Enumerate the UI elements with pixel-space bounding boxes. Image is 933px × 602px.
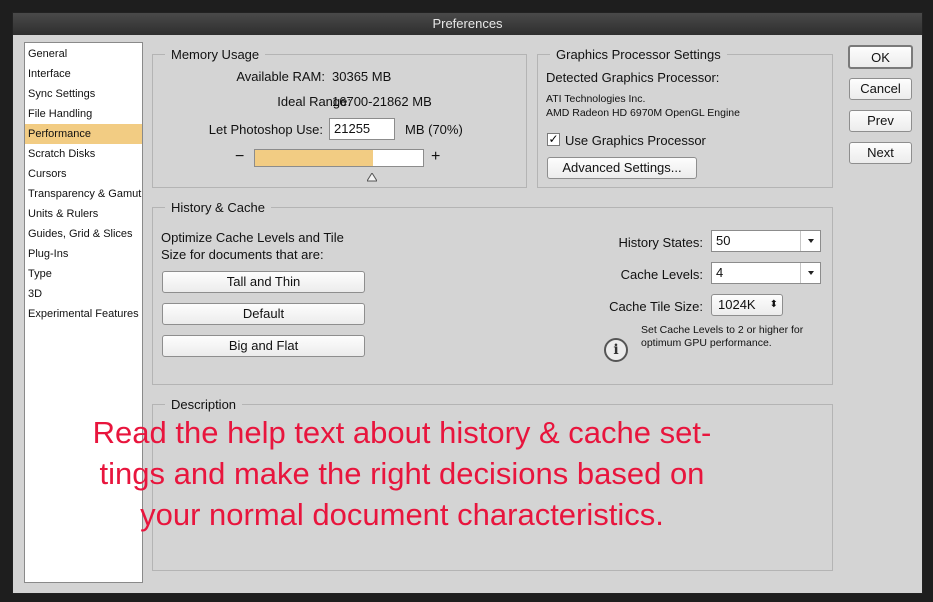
prev-button[interactable]: Prev <box>849 110 912 132</box>
sidebar-item-type[interactable]: Type <box>25 264 142 284</box>
memory-usage-title: Memory Usage <box>165 47 266 62</box>
optimize-text-line1: Optimize Cache Levels and Tile <box>161 230 344 245</box>
use-gpu-label[interactable]: Use Graphics Processor <box>565 133 706 148</box>
gpu-model: AMD Radeon HD 6970M OpenGL Engine <box>546 107 740 119</box>
photoshop-use-label: Let Photoshop Use: <box>208 122 323 137</box>
sidebar-item-units-rulers[interactable]: Units & Rulers <box>25 204 142 224</box>
stepper-arrows-icon: ⬍ <box>769 299 778 310</box>
annotation-line1: Read the help text about history & cache… <box>92 415 712 450</box>
info-icon: i <box>604 338 628 362</box>
memory-usage-group: Memory Usage Available RAM: 30365 MB Ide… <box>152 47 527 188</box>
big-and-flat-button[interactable]: Big and Flat <box>162 335 365 357</box>
cache-hint-line1: Set Cache Levels to 2 or higher for <box>641 324 804 336</box>
sidebar-item-experimental-features[interactable]: Experimental Features <box>25 304 142 324</box>
chevron-down-icon <box>800 231 820 251</box>
history-cache-title: History & Cache <box>165 200 271 215</box>
sidebar-item-guides-grid-slices[interactable]: Guides, Grid & Slices <box>25 224 142 244</box>
ok-button[interactable]: OK <box>848 45 913 69</box>
optimize-text-line2: Size for documents that are: <box>161 247 324 262</box>
cache-hint-line2: optimum GPU performance. <box>641 337 772 349</box>
history-states-dropdown[interactable]: 50 <box>711 230 821 252</box>
tall-and-thin-button[interactable]: Tall and Thin <box>162 271 365 293</box>
chevron-down-icon <box>800 263 820 283</box>
memory-slider-fill <box>255 150 373 166</box>
title-bar[interactable]: Preferences <box>13 13 922 35</box>
sidebar-item-general[interactable]: General <box>25 44 142 64</box>
description-title: Description <box>165 397 243 412</box>
sidebar-item-transparency-gamut[interactable]: Transparency & Gamut <box>25 184 142 204</box>
sidebar-item-plug-ins[interactable]: Plug-Ins <box>25 244 142 264</box>
sidebar-item-interface[interactable]: Interface <box>25 64 142 84</box>
sidebar-item-scratch-disks[interactable]: Scratch Disks <box>25 144 142 164</box>
ideal-range-label: Ideal Range: <box>277 94 351 109</box>
gpu-settings-group: Graphics Processor Settings Detected Gra… <box>537 47 833 188</box>
memory-slider-thumb[interactable] <box>366 169 378 182</box>
sidebar-item-file-handling[interactable]: File Handling <box>25 104 142 124</box>
sidebar-item-performance[interactable]: Performance <box>25 124 142 144</box>
available-ram-value: 30365 MB <box>332 69 392 84</box>
annotation-line2: tings and make the right decisions based… <box>99 456 705 491</box>
decrease-memory-button[interactable]: − <box>235 148 244 166</box>
cache-levels-label: Cache Levels: <box>620 267 703 282</box>
cache-tile-size-value: 1024K <box>718 297 756 312</box>
detected-gpu-label: Detected Graphics Processor: <box>546 70 720 85</box>
cache-levels-value: 4 <box>716 265 724 280</box>
ideal-range-value: 16700-21862 MB <box>332 94 432 109</box>
photoshop-use-unit: MB (70%) <box>405 122 463 137</box>
window-title: Preferences <box>432 16 503 31</box>
gpu-settings-title: Graphics Processor Settings <box>550 47 727 62</box>
gpu-vendor: ATI Technologies Inc. <box>546 93 646 105</box>
cancel-button[interactable]: Cancel <box>849 78 912 100</box>
sidebar-item-sync-settings[interactable]: Sync Settings <box>25 84 142 104</box>
sidebar-item-3d[interactable]: 3D <box>25 284 142 304</box>
memory-slider-track[interactable] <box>254 149 424 167</box>
sidebar-item-cursors[interactable]: Cursors <box>25 164 142 184</box>
cache-tile-size-select[interactable]: 1024K ⬍ <box>711 294 783 316</box>
increase-memory-button[interactable]: + <box>431 148 440 166</box>
photoshop-use-input[interactable]: 21255 <box>329 118 395 140</box>
annotation-line3: your normal document characteristics. <box>140 497 664 532</box>
advanced-settings-button[interactable]: Advanced Settings... <box>547 157 697 179</box>
next-button[interactable]: Next <box>849 142 912 164</box>
use-gpu-checkbox[interactable]: ✓ <box>547 133 560 146</box>
history-states-value: 50 <box>716 233 731 248</box>
default-button[interactable]: Default <box>162 303 365 325</box>
available-ram-label: Available RAM: <box>236 69 325 84</box>
history-cache-group: History & Cache Optimize Cache Levels an… <box>152 200 833 385</box>
history-states-label: History States: <box>618 235 703 250</box>
cache-levels-dropdown[interactable]: 4 <box>711 262 821 284</box>
annotation-overlay: Read the help text about history & cache… <box>52 412 752 535</box>
cache-tile-size-label: Cache Tile Size: <box>609 299 703 314</box>
